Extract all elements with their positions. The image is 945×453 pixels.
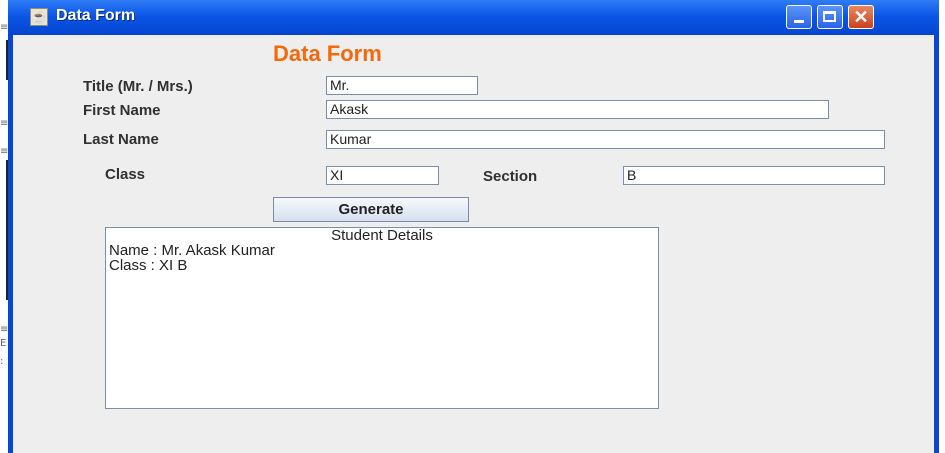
- class-field[interactable]: XI: [326, 166, 439, 185]
- first-name-label: First Name: [83, 102, 161, 119]
- details-name-line: Name : Mr. Akask Kumar: [109, 242, 275, 259]
- form-panel: Data Form Title (Mr. / Mrs.) Mr. First N…: [13, 35, 934, 453]
- last-name-field[interactable]: Kumar: [326, 130, 885, 149]
- window-title: Data Form: [56, 7, 136, 24]
- title-field[interactable]: Mr.: [326, 76, 478, 95]
- close-button[interactable]: ✕: [848, 5, 874, 29]
- first-name-field[interactable]: Akask: [326, 100, 829, 119]
- minimize-button[interactable]: [786, 5, 812, 29]
- edge-mark: :: [0, 356, 4, 367]
- maximize-icon: [823, 11, 836, 22]
- details-heading-line: Student Details: [331, 227, 433, 244]
- details-class-line: Class : XI B: [109, 257, 188, 274]
- form-heading: Data Form: [273, 41, 382, 66]
- generate-button[interactable]: Generate: [273, 197, 469, 222]
- close-icon: ✕: [853, 7, 869, 27]
- edge-mark: E: [0, 338, 7, 349]
- student-details-textarea[interactable]: Student Details Name : Mr. Akask Kumar C…: [105, 227, 659, 409]
- java-cup-icon: ☕: [30, 8, 48, 26]
- title-label: Title (Mr. / Mrs.): [83, 78, 193, 95]
- title-bar[interactable]: ☕ Data Form ✕: [8, 0, 939, 35]
- background-window-edge: ≡ ≡ ≡ ≡ E :: [0, 0, 8, 453]
- last-name-label: Last Name: [83, 131, 159, 148]
- app-window: ☕ Data Form ✕ Data Form Title (Mr. / Mrs…: [8, 0, 939, 453]
- section-label: Section: [483, 168, 538, 185]
- minimize-icon: [794, 20, 804, 23]
- class-label: Class: [105, 166, 146, 183]
- section-field[interactable]: B: [623, 166, 885, 185]
- maximize-button[interactable]: [817, 5, 843, 29]
